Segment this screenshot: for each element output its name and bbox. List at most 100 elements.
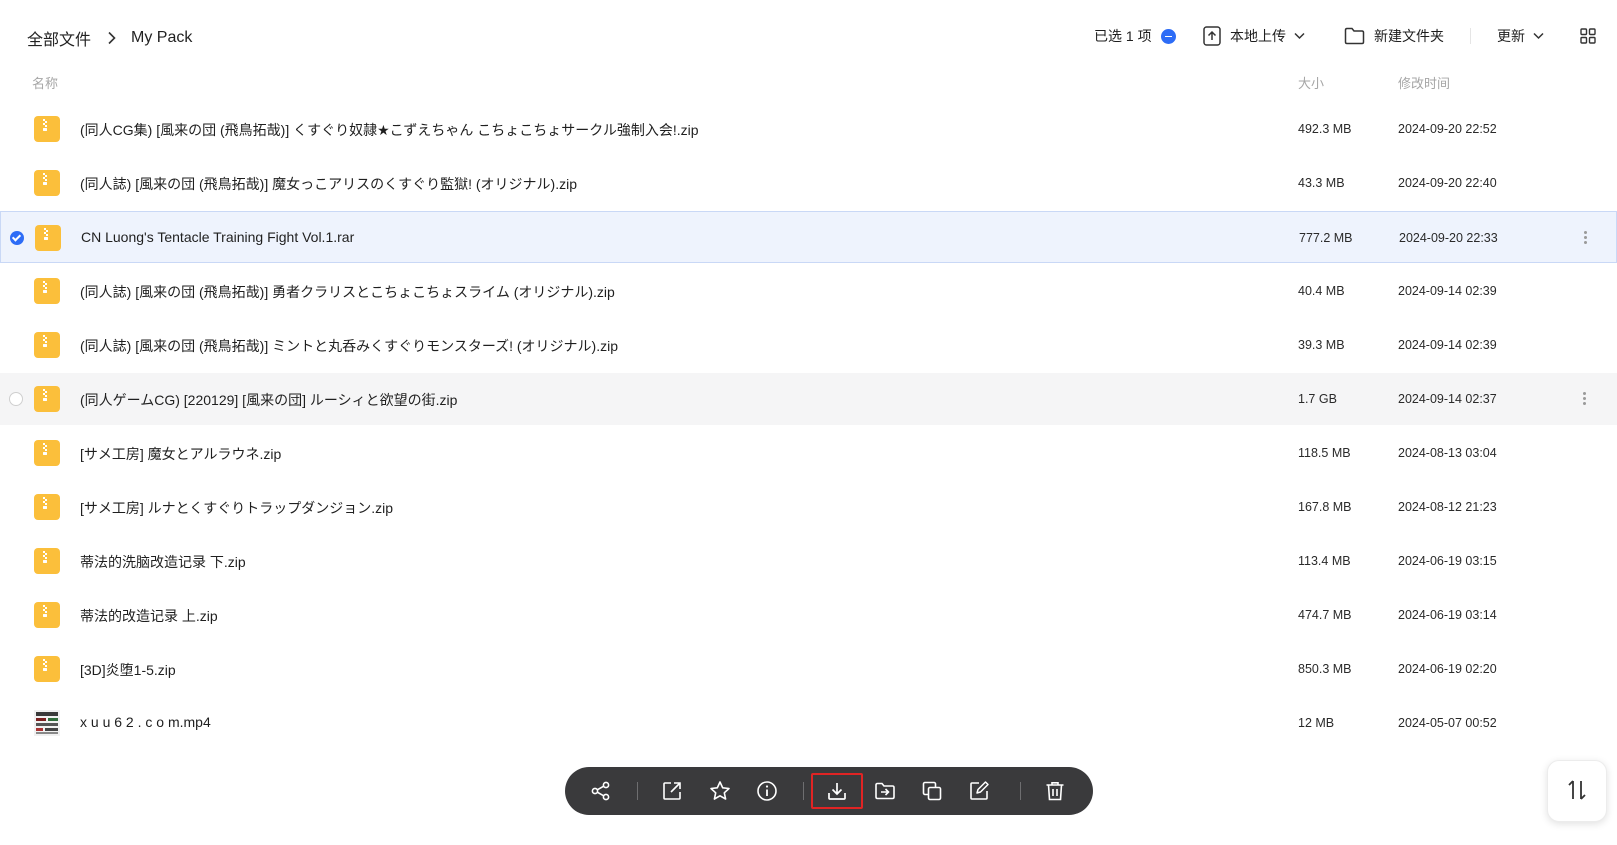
file-row[interactable]: 蒂法的改造记录 上.zip 474.7 MB 2024-06-19 03:14 xyxy=(0,589,1617,641)
archive-icon xyxy=(34,386,60,412)
file-row[interactable]: [3D]炎堕1-5.zip 850.3 MB 2024-06-19 02:20 xyxy=(0,643,1617,695)
file-name[interactable]: 蒂法的改造记录 上.zip xyxy=(80,606,218,626)
file-size: 39.3 MB xyxy=(1298,338,1345,352)
top-bar: 全部文件 My Pack 已选 1 项 本地上传 新建文件夹 更新 xyxy=(0,0,1617,70)
column-header-size[interactable]: 大小 xyxy=(1298,73,1324,92)
chevron-down-icon xyxy=(1294,32,1305,40)
file-modified-date: 2024-09-14 02:39 xyxy=(1398,284,1497,298)
file-name[interactable]: (同人誌) [風来の団 (飛鳥拓哉)] 魔女っこアリスのくすぐり監獄! (オリジ… xyxy=(80,174,577,194)
breadcrumb-current: My Pack xyxy=(131,29,193,46)
file-modified-date: 2024-08-12 21:23 xyxy=(1398,500,1497,514)
file-modified-date: 2024-08-13 03:04 xyxy=(1398,446,1497,460)
sort-arrows-icon xyxy=(1567,779,1587,804)
new-folder-button[interactable]: 新建文件夹 xyxy=(1344,26,1444,46)
rename-icon[interactable] xyxy=(967,779,991,803)
archive-icon xyxy=(34,278,60,304)
archive-icon xyxy=(35,225,61,251)
file-size: 492.3 MB xyxy=(1298,122,1352,136)
row-checkbox[interactable] xyxy=(9,392,23,406)
column-header-name[interactable]: 名称 xyxy=(32,73,58,92)
archive-icon xyxy=(34,116,60,142)
file-size: 850.3 MB xyxy=(1298,662,1352,676)
file-row[interactable]: [サメ工房] ルナとくすぐりトラップダンジョン.zip 167.8 MB 2024-… xyxy=(0,481,1617,533)
file-size: 474.7 MB xyxy=(1298,608,1352,622)
file-row[interactable]: [サメ工房] 魔女とアルラウネ.zip 118.5 MB 2024-08-13 03… xyxy=(0,427,1617,479)
file-name[interactable]: [サメ工房] ルナとくすぐりトラップダンジョン.zip xyxy=(80,498,393,518)
move-icon[interactable] xyxy=(873,779,897,803)
star-icon[interactable] xyxy=(708,779,732,803)
column-header-modified[interactable]: 修改时间 xyxy=(1398,73,1450,92)
breadcrumb-root[interactable]: 全部文件 xyxy=(27,26,91,50)
file-name[interactable]: (同人ゲームCG) [220129] [風来の団] ルーシィと欲望の街.zip xyxy=(80,390,457,410)
file-name[interactable]: 蒂法的洗脑改造记录 下.zip xyxy=(80,552,246,572)
file-size: 777.2 MB xyxy=(1299,231,1353,245)
archive-icon xyxy=(34,170,60,196)
file-modified-date: 2024-06-19 03:14 xyxy=(1398,608,1497,622)
file-size: 167.8 MB xyxy=(1298,500,1352,514)
grid-view-button[interactable] xyxy=(1580,28,1596,44)
file-row[interactable]: (同人誌) [風来の団 (飛鳥拓哉)] 魔女っこアリスのくすぐり監獄! (オリジ… xyxy=(0,157,1617,209)
video-thumbnail-icon xyxy=(34,710,60,736)
folder-icon xyxy=(1344,27,1365,45)
file-row[interactable]: (同人CG集) [風来の団 (飛鳥拓哉)] くすぐり奴隷★こずえちゃん こちょこ… xyxy=(0,103,1617,155)
selection-action-toolbar xyxy=(565,767,1093,815)
file-name[interactable]: (同人誌) [風来の団 (飛鳥拓哉)] ミントと丸呑みくすぐりモンスターズ! (… xyxy=(80,336,618,356)
archive-icon xyxy=(34,602,60,628)
file-row[interactable]: (同人ゲームCG) [220129] [風来の団] ルーシィと欲望の街.zip 1… xyxy=(0,373,1617,425)
upload-button[interactable]: 本地上传 xyxy=(1203,26,1305,46)
sort-order-button[interactable] xyxy=(1547,760,1607,822)
row-checkbox[interactable] xyxy=(10,231,24,245)
more-options-icon[interactable] xyxy=(1581,390,1587,408)
selection-count: 已选 1 项 xyxy=(1094,26,1176,46)
file-row[interactable]: CN Luong's Tentacle Training Fight Vol.1… xyxy=(0,211,1617,263)
file-size: 113.4 MB xyxy=(1298,554,1351,568)
grid-icon xyxy=(1580,28,1596,44)
chevron-down-icon xyxy=(1533,32,1544,40)
archive-icon xyxy=(34,494,60,520)
file-row[interactable]: (同人誌) [風来の団 (飛鳥拓哉)] ミントと丸呑みくすぐりモンスターズ! (… xyxy=(0,319,1617,371)
copy-icon[interactable] xyxy=(920,779,944,803)
file-modified-date: 2024-05-07 00:52 xyxy=(1398,716,1497,730)
file-modified-date: 2024-09-20 22:40 xyxy=(1398,176,1497,190)
clear-selection-icon[interactable] xyxy=(1160,28,1176,44)
file-name[interactable]: (同人CG集) [風来の団 (飛鳥拓哉)] くすぐり奴隷★こずえちゃん こちょこ… xyxy=(80,120,699,140)
file-modified-date: 2024-06-19 02:20 xyxy=(1398,662,1497,676)
header-divider xyxy=(1470,28,1471,44)
file-name[interactable]: [サメ工房] 魔女とアルラウネ.zip xyxy=(80,444,281,464)
download-icon[interactable] xyxy=(825,779,849,803)
file-name[interactable]: CN Luong's Tentacle Training Fight Vol.1… xyxy=(81,229,354,245)
archive-icon xyxy=(34,548,60,574)
file-size: 118.5 MB xyxy=(1298,446,1351,460)
file-name[interactable]: (同人誌) [風来の団 (飛鳥拓哉)] 勇者クラリスとこちょこちょスライム (オ… xyxy=(80,282,615,302)
new-folder-label: 新建文件夹 xyxy=(1374,28,1444,44)
file-modified-date: 2024-09-14 02:37 xyxy=(1398,392,1497,406)
info-icon[interactable] xyxy=(755,779,779,803)
more-options-icon[interactable] xyxy=(1582,229,1588,247)
share-icon[interactable] xyxy=(589,779,613,803)
file-modified-date: 2024-09-14 02:39 xyxy=(1398,338,1497,352)
upload-icon xyxy=(1203,26,1221,46)
open-external-icon[interactable] xyxy=(660,779,684,803)
file-modified-date: 2024-09-20 22:52 xyxy=(1398,122,1497,136)
file-name[interactable]: x u u 6 2 . c o m.mp4 xyxy=(80,714,211,730)
sort-dropdown[interactable]: 更新 xyxy=(1497,26,1544,46)
file-row[interactable]: 蒂法的洗脑改造记录 下.zip 113.4 MB 2024-06-19 03:15 xyxy=(0,535,1617,587)
file-name[interactable]: [3D]炎堕1-5.zip xyxy=(80,660,176,680)
file-modified-date: 2024-09-20 22:33 xyxy=(1399,231,1498,245)
file-row[interactable]: (同人誌) [風来の団 (飛鳥拓哉)] 勇者クラリスとこちょこちょスライム (オ… xyxy=(0,265,1617,317)
breadcrumb: 全部文件 My Pack xyxy=(27,26,192,50)
archive-icon xyxy=(34,656,60,682)
archive-icon xyxy=(34,332,60,358)
file-size: 43.3 MB xyxy=(1298,176,1345,190)
delete-icon[interactable] xyxy=(1043,779,1067,803)
toolbar-divider xyxy=(637,782,638,800)
selection-count-label: 已选 1 项 xyxy=(1094,28,1152,44)
chevron-right-icon xyxy=(107,31,117,45)
file-size: 12 MB xyxy=(1298,716,1335,730)
file-size: 40.4 MB xyxy=(1298,284,1345,298)
archive-icon xyxy=(34,440,60,466)
toolbar-divider xyxy=(1020,782,1021,800)
file-size: 1.7 GB xyxy=(1298,392,1337,406)
upload-label: 本地上传 xyxy=(1230,28,1286,44)
file-row[interactable]: x u u 6 2 . c o m.mp4 12 MB 2024-05-07 00:… xyxy=(0,697,1617,749)
